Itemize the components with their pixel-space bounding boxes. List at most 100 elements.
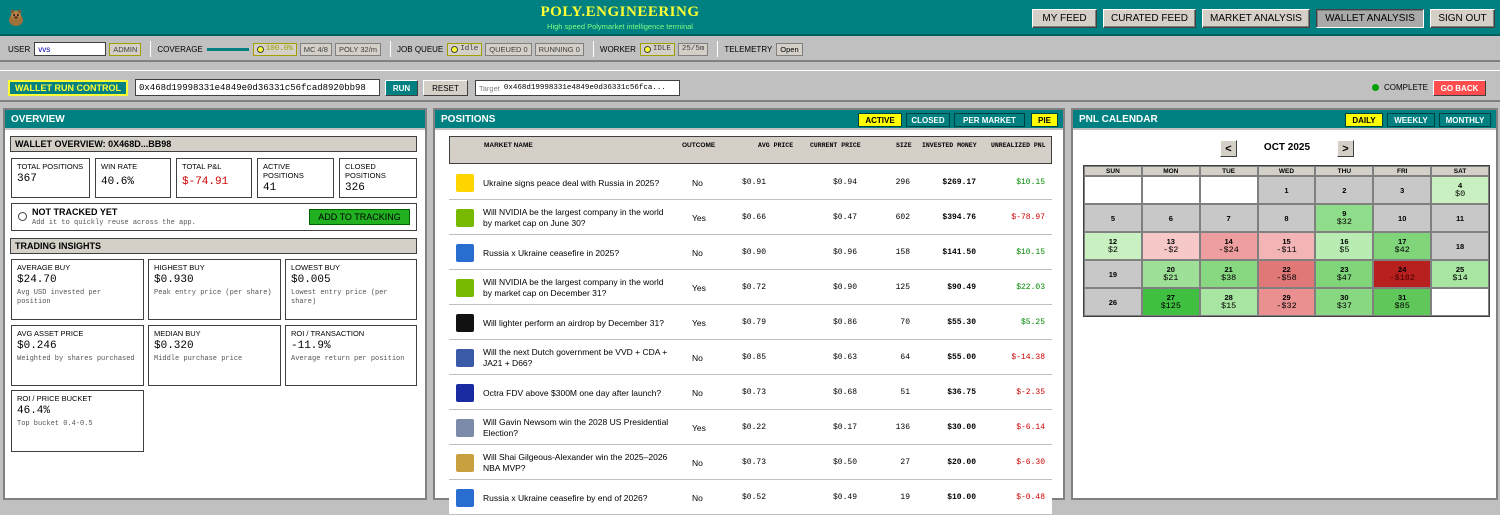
wallet-address-input[interactable]: 0x468d19998331e4849e0d36331c56fcad8920bb… (135, 79, 380, 96)
calendar-day-cell[interactable]: 19 (1084, 260, 1142, 288)
col-outcome[interactable]: OUTCOME (682, 142, 715, 149)
tab-closed[interactable]: CLOSED (906, 113, 950, 127)
market-name[interactable]: Will Shai Gilgeous-Alexander win the 202… (483, 450, 673, 476)
calendar-day-cell[interactable]: 30 $37 (1315, 288, 1374, 316)
calendar-day-cell[interactable]: 15 -$11 (1257, 232, 1316, 260)
day-number: 18 (1455, 241, 1465, 251)
market-name[interactable]: Will Gavin Newsom win the 2028 US Presid… (483, 415, 673, 441)
calendar-day-cell[interactable]: 22 -$58 (1257, 260, 1316, 288)
tab-per-market[interactable]: PER MARKET (954, 113, 1025, 127)
day-pnl: -$32 (1276, 301, 1297, 311)
col-market-name[interactable]: MARKET NAME (484, 142, 533, 149)
coverage-bar (206, 47, 249, 51)
col-current-price[interactable]: CURRENT PRICE (810, 142, 861, 149)
calendar-day-cell[interactable]: 14 -$24 (1199, 232, 1258, 260)
calendar-day-cell[interactable]: 27 $125 (1141, 288, 1200, 316)
table-row[interactable]: Will NVIDIA be the largest company in th… (449, 200, 1052, 235)
table-row[interactable]: Will lighter perform an airdrop by Decem… (449, 305, 1052, 340)
user-field[interactable]: vvs (34, 42, 107, 56)
calendar-day-cell[interactable]: 18 (1431, 232, 1489, 260)
telemetry-open-button[interactable]: Open (776, 42, 803, 56)
tab-daily[interactable]: DAILY (1345, 113, 1383, 127)
stat-total-pnl: TOTAL P&L $-74.91 (176, 158, 252, 198)
market-name[interactable]: Octra FDV above $300M one day after laun… (483, 380, 673, 406)
table-row[interactable]: Will Shai Gilgeous-Alexander win the 202… (449, 445, 1052, 480)
outcome-cell: Yes (692, 423, 706, 433)
worker-state-chip: IDLE (639, 42, 675, 56)
size-cell: 70 (900, 318, 910, 327)
tab-active[interactable]: ACTIVE (858, 113, 902, 127)
positions-table-header: MARKET NAME OUTCOME AVG PRICE CURRENT PR… (449, 136, 1052, 164)
calendar-day-cell[interactable]: 4 $0 (1431, 176, 1489, 204)
calendar-day-cell[interactable]: 7 (1199, 204, 1258, 232)
nav-curated-feed[interactable]: CURATED FEED (1103, 9, 1196, 28)
calendar-day-cell[interactable]: 31 $85 (1373, 288, 1432, 316)
col-invested-money[interactable]: INVESTED MONEY (922, 142, 977, 149)
calendar-day-cell[interactable]: 29 -$32 (1257, 288, 1316, 316)
calendar-day-cell[interactable]: 6 (1141, 204, 1200, 232)
tab-pie[interactable]: PIE (1031, 113, 1058, 127)
calendar-day-cell[interactable]: 2 (1315, 176, 1374, 204)
market-name[interactable]: Will NVIDIA be the largest company in th… (483, 205, 673, 231)
day-pnl: $38 (1220, 273, 1237, 283)
calendar-day-cell[interactable]: 10 (1373, 204, 1432, 232)
calendar-day-cell[interactable]: 16 $5 (1315, 232, 1374, 260)
col-avg-price[interactable]: AVG PRICE (758, 142, 793, 149)
go-back-button[interactable]: GO BACK (1433, 80, 1486, 96)
outcome-cell: No (692, 493, 703, 503)
run-button[interactable]: RUN (385, 80, 418, 96)
calendar-day-cell[interactable]: 3 (1373, 176, 1432, 204)
market-name[interactable]: Russia x Ukraine ceasefire by end of 202… (483, 485, 673, 511)
nav-sign-out[interactable]: SIGN OUT (1430, 9, 1495, 28)
complete-status-dot-icon (1372, 84, 1379, 91)
market-name[interactable]: Will NVIDIA be the largest company in th… (483, 275, 673, 301)
calendar-day-cell[interactable]: 26 (1084, 288, 1142, 316)
outcome-cell: Yes (692, 283, 706, 293)
nav-wallet-analysis[interactable]: WALLET ANALYSIS (1316, 9, 1424, 28)
table-row[interactable]: Russia x Ukraine ceasefire in 2025? No $0.… (449, 235, 1052, 270)
calendar-day-cell[interactable]: 28 $15 (1199, 288, 1258, 316)
calendar-day-cell[interactable]: 25 $14 (1431, 260, 1489, 288)
pnl-cell: $-14.38 (1011, 353, 1045, 362)
col-size[interactable]: SIZE (896, 142, 912, 149)
add-to-tracking-button[interactable]: ADD TO TRACKING (309, 209, 410, 225)
table-row[interactable]: Russia x Ukraine ceasefire by end of 202… (449, 480, 1052, 515)
next-month-button[interactable]: > (1337, 140, 1354, 157)
insight-roi-transaction: ROI / TRANSACTION -11.9% Average return pe… (285, 325, 417, 386)
nav-market-analysis[interactable]: MARKET ANALYSIS (1202, 9, 1310, 28)
calendar-day-cell[interactable]: 21 $38 (1199, 260, 1258, 288)
avg-cell: $0.66 (741, 213, 766, 222)
table-row[interactable]: Will the next Dutch government be VVD + … (449, 340, 1052, 375)
tab-weekly[interactable]: WEEKLY (1387, 113, 1435, 127)
day-pnl: $5 (1339, 245, 1350, 255)
avg-cell: $0.73 (741, 458, 766, 467)
calendar-day-cell[interactable]: 12 $2 (1084, 232, 1142, 260)
nav-my-feed[interactable]: MY FEED (1032, 9, 1097, 28)
calendar-day-cell[interactable]: 17 $42 (1373, 232, 1432, 260)
table-row[interactable]: Will Gavin Newsom win the 2028 US Presid… (449, 410, 1052, 445)
table-row[interactable]: Octra FDV above $300M one day after laun… (449, 375, 1052, 410)
calendar-day-cell[interactable]: 23 $47 (1315, 260, 1374, 288)
market-name[interactable]: Russia x Ukraine ceasefire in 2025? (483, 240, 673, 266)
market-name[interactable]: Will the next Dutch government be VVD + … (483, 345, 673, 371)
table-row[interactable]: Ukraine signs peace deal with Russia in … (449, 165, 1052, 200)
col-unrealized-pnl[interactable]: UNREALIZED PNL (991, 142, 1046, 149)
calendar-day-cell[interactable]: 24 -$182 (1373, 260, 1432, 288)
day-header: THU (1315, 166, 1374, 176)
reset-button[interactable]: RESET (423, 80, 468, 96)
calendar-day-cell[interactable]: 8 (1257, 204, 1316, 232)
calendar-day-cell[interactable]: 9 $32 (1315, 204, 1374, 232)
tracking-radio[interactable] (18, 212, 27, 221)
market-name[interactable]: Will lighter perform an airdrop by Decem… (483, 310, 673, 336)
calendar-day-cell[interactable]: 1 (1257, 176, 1316, 204)
day-pnl: $85 (1394, 301, 1410, 311)
table-row[interactable]: Will NVIDIA be the largest company in th… (449, 270, 1052, 305)
calendar-day-cell[interactable]: 11 (1431, 204, 1489, 232)
tab-monthly[interactable]: MONTHLY (1439, 113, 1491, 127)
day-pnl: $32 (1336, 217, 1352, 227)
prev-month-button[interactable]: < (1220, 140, 1237, 157)
calendar-day-cell[interactable]: 13 -$2 (1141, 232, 1200, 260)
calendar-day-cell[interactable]: 20 $21 (1141, 260, 1200, 288)
market-name[interactable]: Ukraine signs peace deal with Russia in … (483, 170, 673, 196)
calendar-day-cell[interactable]: 5 (1084, 204, 1142, 232)
